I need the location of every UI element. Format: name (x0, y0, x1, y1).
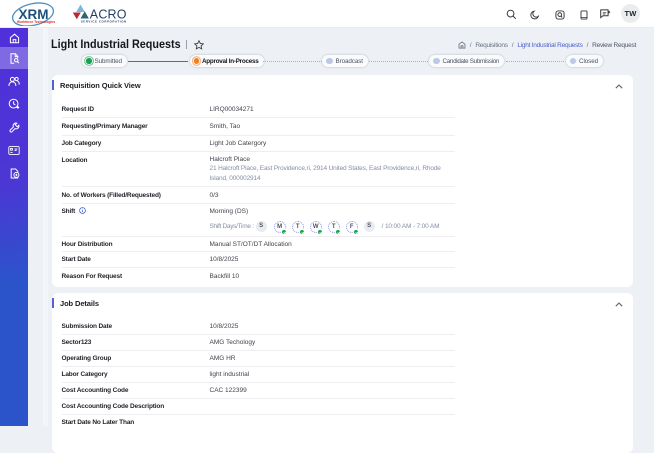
svg-text:SERVICE CORPORATION: SERVICE CORPORATION (81, 20, 127, 24)
svg-text:Workforce Technologies: Workforce Technologies (17, 20, 55, 24)
